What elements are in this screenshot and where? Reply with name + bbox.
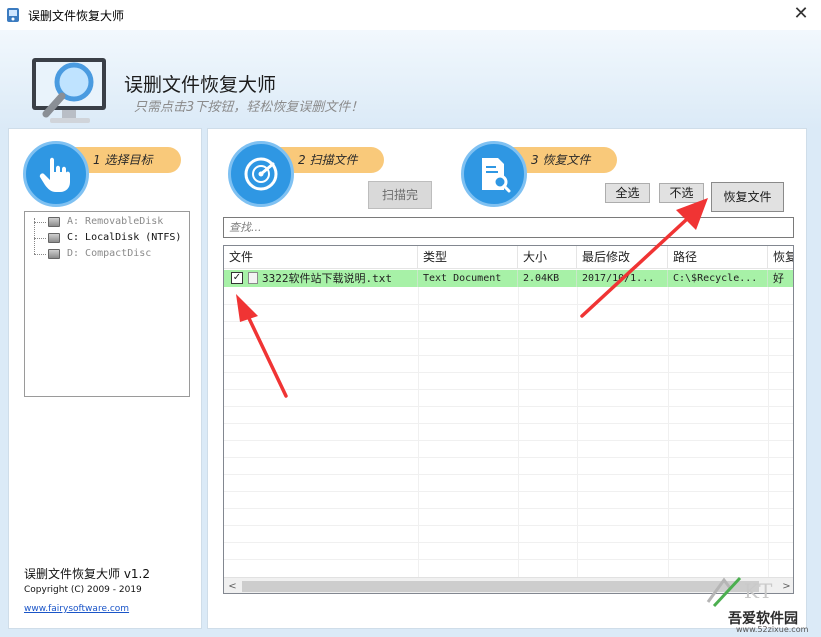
grid-line: [224, 542, 793, 543]
drive-d[interactable]: D: CompactDisc: [25, 246, 189, 262]
grid-line: [224, 338, 793, 339]
drive-a[interactable]: A: RemovableDisk: [25, 214, 189, 230]
column-header-type[interactable]: 类型: [418, 246, 518, 269]
column-header-path[interactable]: 路径: [668, 246, 768, 269]
column-header-modified[interactable]: 最后修改: [577, 246, 668, 269]
grid-line: [224, 508, 793, 509]
disk-icon: [48, 217, 60, 227]
watermark-logo-icon: KT: [706, 576, 773, 608]
column-divider: [518, 287, 519, 577]
title-bar: 误删文件恢复大师 ✕: [0, 0, 821, 30]
cell-type: Text Document: [418, 270, 518, 287]
cell-size: 2.04KB: [518, 270, 577, 287]
grid-line: [224, 423, 793, 424]
search-input[interactable]: 查找...: [223, 217, 794, 238]
column-divider: [418, 287, 419, 577]
file-table: 文件 类型 大小 最后修改 路径 恢复 3322软件站下载说明.txt ✓ Te…: [223, 245, 794, 594]
row-checkbox[interactable]: ✓: [231, 272, 243, 284]
grid-line: [224, 372, 793, 373]
select-all-button[interactable]: 全选: [605, 183, 650, 203]
cell-recover: 好: [773, 272, 784, 285]
table-row[interactable]: 3322软件站下载说明.txt ✓ Text Document 2.04KB 2…: [224, 270, 793, 287]
grid-line: [224, 525, 793, 526]
text-file-icon: [248, 272, 258, 284]
drive-d-label: D: CompactDisc: [67, 248, 152, 259]
grid-line: [224, 406, 793, 407]
grid-line: [224, 559, 793, 560]
column-header-size[interactable]: 大小: [518, 246, 577, 269]
drive-tree[interactable]: A: RemovableDisk C: LocalDisk (NTFS) D: …: [24, 211, 190, 397]
app-title: 误删文件恢复大师: [124, 74, 277, 96]
column-header-recover[interactable]: 恢复: [768, 246, 793, 269]
grid-line: [224, 474, 793, 475]
scrollbar-thumb[interactable]: [242, 581, 759, 592]
column-divider: [577, 287, 578, 577]
grid-line: [224, 321, 793, 322]
cell-modified: 2017/10/1...: [577, 270, 668, 287]
column-divider: [668, 287, 669, 577]
drive-a-label: A: RemovableDisk: [67, 216, 164, 227]
drive-c[interactable]: C: LocalDisk (NTFS): [25, 230, 189, 246]
watermark: KT 吾爱软件园 www.52zixue.com: [700, 572, 818, 634]
svg-text:KT: KT: [744, 579, 773, 603]
app-subtitle: 只需点击3下按钮，轻松恢复误删文件！: [134, 100, 364, 115]
left-panel: 1 选择目标 A: RemovableDisk C: LocalDisk (NT…: [8, 128, 202, 629]
hand-pointer-icon: [23, 141, 89, 207]
column-header-file[interactable]: 文件: [224, 246, 418, 269]
right-panel: 2 扫描文件 扫描完 3 恢复文件 全选 不选 恢复文件 查找... 文件 类型…: [207, 128, 807, 629]
grid-line: [224, 304, 793, 305]
drive-c-label: C: LocalDisk (NTFS): [67, 232, 182, 243]
watermark-url: www.52zixue.com: [736, 625, 809, 634]
grid-line: [224, 389, 793, 390]
radar-scan-icon: [228, 141, 294, 207]
copyright-text: Copyright (C) 2009 - 2019: [24, 585, 142, 595]
scan-done-button[interactable]: 扫描完: [368, 181, 432, 209]
grid-line: [224, 457, 793, 458]
table-header: 文件 类型 大小 最后修改 路径 恢复: [224, 246, 793, 269]
app-header: 误删文件恢复大师 只需点击3下按钮，轻松恢复误删文件！: [0, 30, 821, 128]
document-search-icon: [461, 141, 527, 207]
window-title: 误删文件恢复大师: [28, 9, 125, 23]
disk-icon: [48, 249, 60, 259]
cell-path: C:\$Recycle...: [668, 270, 768, 287]
grid-line: [224, 355, 793, 356]
column-divider: [768, 287, 769, 577]
scroll-left-icon[interactable]: <: [224, 578, 241, 593]
grid-line: [224, 440, 793, 441]
version-text: 误删文件恢复大师 v1.2: [24, 567, 151, 581]
disk-icon: [48, 233, 60, 243]
recover-files-button[interactable]: 恢复文件: [711, 182, 784, 212]
close-button[interactable]: ✕: [787, 2, 815, 28]
app-icon: [7, 8, 19, 22]
grid-line: [224, 491, 793, 492]
select-none-button[interactable]: 不选: [659, 183, 704, 203]
website-link[interactable]: www.fairysoftware.com: [24, 604, 129, 614]
monitor-magnifier-icon: [32, 58, 106, 123]
